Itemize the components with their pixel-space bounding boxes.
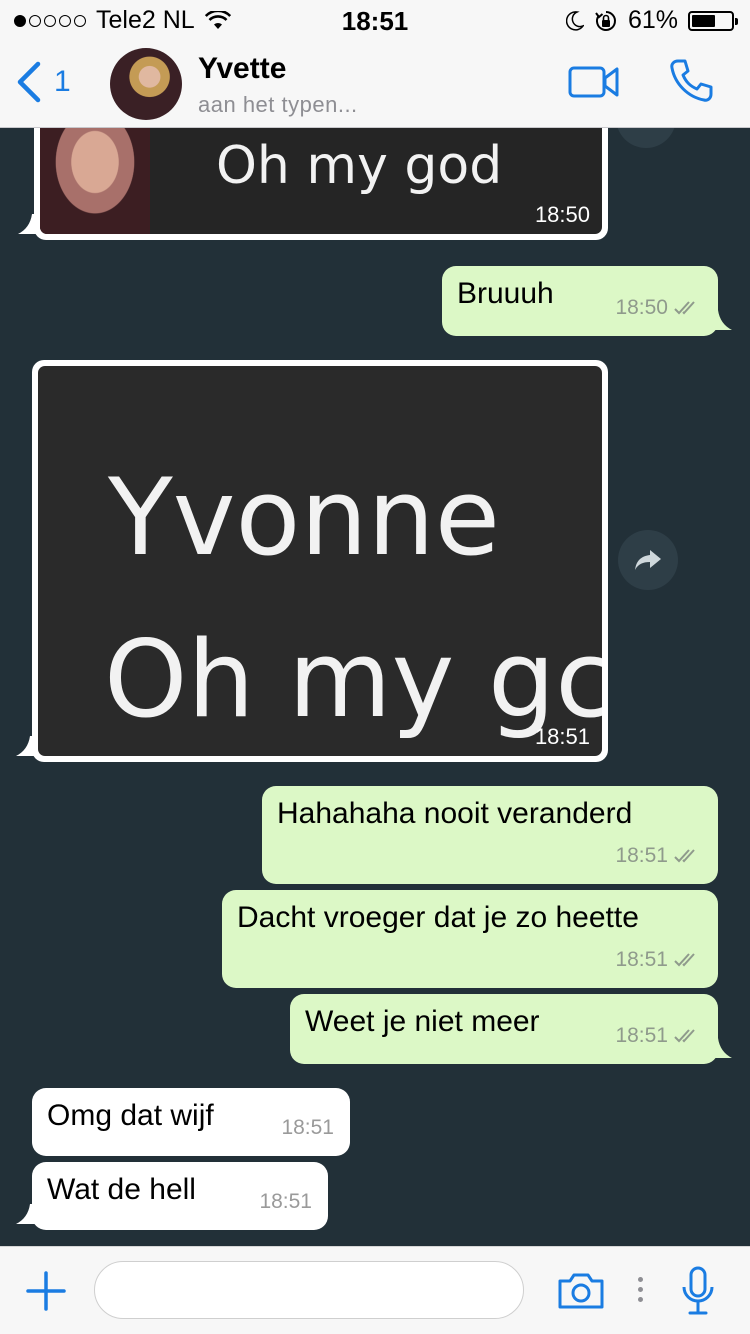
image-caption-text: Oh my god [216, 136, 503, 196]
forward-button[interactable] [616, 128, 676, 148]
more-options-button[interactable] [638, 1277, 643, 1302]
microphone-button[interactable] [680, 1265, 716, 1322]
voice-call-button[interactable] [668, 58, 714, 109]
message-meta: 18:51 [281, 1110, 334, 1146]
message-time: 18:51 [615, 1024, 668, 1047]
message-text: Hahahaha nooit veranderd [277, 797, 633, 830]
image-caption-text: Oh my gc [104, 618, 602, 741]
message-time: 18:51 [615, 844, 668, 867]
outgoing-message[interactable]: Bruuuh 18:50 [442, 266, 732, 336]
message-time: 18:50 [534, 202, 590, 227]
message-time: 18:51 [281, 1116, 334, 1139]
image-message[interactable]: Yvonne Oh my gc 18:51 [16, 360, 608, 762]
unread-count: 1 [54, 65, 71, 98]
phone-icon [670, 59, 713, 102]
bubble-tail [16, 1204, 36, 1224]
image-preview[interactable]: Oh my god 18:50 [40, 128, 602, 234]
message-input-bar [0, 1246, 750, 1334]
message-meta: 18:51 [615, 1018, 702, 1054]
plus-icon [26, 1271, 66, 1311]
image-caption-text: Yvonne [108, 456, 500, 579]
message-text: Bruuuh [457, 277, 554, 310]
microphone-icon [682, 1266, 714, 1315]
camera-icon [558, 1273, 604, 1309]
avatar[interactable] [110, 48, 182, 120]
incoming-message[interactable]: Omg dat wijf 18:51 [32, 1088, 350, 1156]
contact-status: aan het typen... [198, 92, 358, 117]
bubble-tail [16, 736, 36, 756]
rotation-lock-icon [595, 10, 616, 31]
chat-header: 1 Yvette aan het typen... [0, 40, 750, 128]
forward-button[interactable] [618, 530, 678, 590]
double-check-icon [674, 849, 695, 863]
contact-name[interactable]: Yvette [198, 52, 286, 86]
battery-icon [688, 10, 738, 31]
incoming-message[interactable]: Wat de hell 18:51 [16, 1162, 328, 1230]
message-text: Omg dat wijf [47, 1099, 214, 1132]
bubble-tail [18, 214, 38, 234]
battery-percent: 61% [627, 6, 678, 34]
message-meta: 18:50 [615, 290, 702, 326]
image-message[interactable]: Oh my god 18:50 [18, 128, 608, 240]
forward-arrow-icon [631, 128, 661, 130]
attach-button[interactable] [26, 1271, 66, 1316]
outgoing-message[interactable]: Weet je niet meer 18:51 [290, 994, 732, 1064]
message-text: Wat de hell [47, 1173, 196, 1206]
camera-button[interactable] [556, 1271, 606, 1316]
message-time: 18:51 [259, 1190, 312, 1213]
video-camera-icon [568, 66, 619, 98]
double-check-icon [674, 1029, 695, 1043]
video-call-button[interactable] [568, 64, 620, 105]
photo-face [40, 128, 150, 234]
image-preview[interactable]: Yvonne Oh my gc 18:51 [38, 366, 602, 756]
bubble-tail [712, 310, 732, 330]
chevron-left-icon [17, 61, 41, 103]
bubble-tail [712, 1038, 732, 1058]
outgoing-message[interactable]: Hahahaha nooit veranderd 18:51 [262, 786, 718, 884]
forward-arrow-icon [635, 550, 661, 570]
message-text: Weet je niet meer [305, 1005, 540, 1038]
moon-icon [565, 10, 584, 31]
status-right: 61% [565, 6, 738, 35]
double-check-icon [674, 953, 695, 967]
chat-area[interactable]: Oh my god 18:50 Bruuuh 18:50 Yvonne Oh m… [0, 128, 750, 1246]
message-input[interactable] [94, 1261, 524, 1319]
message-time: 18:51 [534, 724, 590, 749]
double-check-icon [674, 301, 695, 315]
outgoing-message[interactable]: Dacht vroeger dat je zo heette 18:51 [222, 890, 718, 988]
message-meta: 18:51 [615, 838, 702, 874]
status-bar: Tele2 NL 18:51 61% [0, 0, 750, 40]
message-meta: 18:51 [259, 1184, 312, 1220]
message-time: 18:51 [615, 948, 668, 971]
back-button[interactable]: 1 [14, 60, 71, 104]
message-text: Dacht vroeger dat je zo heette [237, 901, 639, 934]
message-time: 18:50 [615, 296, 668, 319]
message-meta: 18:51 [615, 942, 702, 978]
